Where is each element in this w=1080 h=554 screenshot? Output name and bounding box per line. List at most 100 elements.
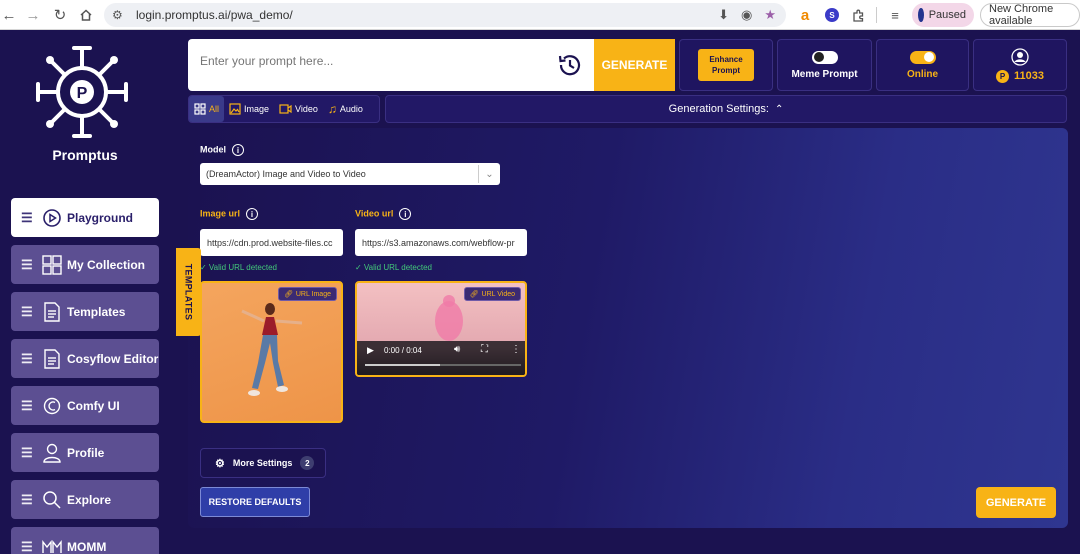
grid-icon <box>194 103 206 115</box>
more-settings-count: 2 <box>300 456 315 470</box>
sidebar-item-explore[interactable]: ☰ Explore <box>11 480 159 519</box>
tab-image[interactable]: Image <box>224 96 274 122</box>
model-label: Model <box>200 144 226 155</box>
sidebar-item-label: Cosyflow Editor <box>67 351 159 366</box>
eye-icon[interactable]: ◉ <box>741 7 752 23</box>
generation-settings-toggle[interactable]: Generation Settings: ⌃ <box>385 95 1067 123</box>
templates-side-tab[interactable]: TEMPLATES <box>176 248 201 336</box>
forward-icon[interactable]: → <box>20 2 46 28</box>
meme-prompt-toggle[interactable] <box>811 50 838 64</box>
volume-icon[interactable]: 🔊︎ <box>454 344 460 355</box>
online-toggle[interactable] <box>909 50 936 64</box>
comfy-icon <box>41 395 63 417</box>
sidebar-item-label: Profile <box>67 445 105 460</box>
sidebar-item-my-collection[interactable]: ☰ My Collection <box>11 245 159 284</box>
model-select[interactable]: (DreamActor) Image and Video to Video ⌄ <box>200 163 500 185</box>
enhance-prompt-tile: Enhance Prompt <box>679 39 773 91</box>
more-settings-button[interactable]: ⚙ More Settings 2 <box>200 448 326 478</box>
credits-tile[interactable]: P 11033 <box>973 39 1067 91</box>
more-options-icon[interactable]: ⋮ <box>511 344 521 355</box>
sidebar-item-templates[interactable]: ☰ Templates <box>11 292 159 331</box>
video-progress-track[interactable] <box>365 364 521 366</box>
site-settings-icon[interactable]: ⚙ <box>112 8 126 22</box>
sidebar: P Promptus ☰ Playground ☰ My Collection … <box>0 30 172 554</box>
home-icon[interactable] <box>73 2 99 28</box>
menu-icon: ☰ <box>21 256 33 272</box>
menu-icon: ☰ <box>21 350 33 366</box>
svg-text:P: P <box>77 85 88 102</box>
sidebar-item-cosyflow-editor[interactable]: ☰ Cosyflow Editor <box>11 339 159 378</box>
info-icon[interactable]: i <box>232 144 244 156</box>
video-play-icon[interactable]: ▶ <box>367 345 374 356</box>
image-url-label-row: Image url i <box>200 208 259 220</box>
info-icon[interactable]: i <box>246 208 259 220</box>
amazon-extension-icon[interactable]: a <box>797 5 813 25</box>
bookmark-star-icon[interactable]: ★ <box>764 7 776 23</box>
image-icon <box>229 103 241 115</box>
user-avatar-icon <box>1011 47 1029 66</box>
online-label: Online <box>906 68 939 80</box>
menu-icon: ☰ <box>21 444 33 460</box>
link-icon: 🔗︎ <box>283 291 293 298</box>
sidebar-item-label: My Collection <box>67 257 146 272</box>
image-url-valid-text: ✓ Valid URL detected <box>200 263 277 272</box>
search-icon <box>41 489 63 511</box>
history-icon[interactable] <box>556 51 584 79</box>
address-bar[interactable]: ⚙ login.promptus.ai/pwa_demo/ ⬇ ◉ ★ <box>104 3 786 27</box>
profile-paused-chip[interactable]: Paused <box>912 3 974 27</box>
generate-button[interactable]: GENERATE <box>976 487 1056 518</box>
sidebar-item-label: MOMM <box>67 539 107 554</box>
sidebar-item-profile[interactable]: ☰ Profile <box>11 433 159 472</box>
user-icon <box>41 442 63 464</box>
install-icon[interactable]: ⬇ <box>718 7 729 23</box>
generate-top-button[interactable]: GENERATE <box>594 39 675 91</box>
meme-prompt-tile: Meme Prompt <box>777 39 872 91</box>
new-chrome-available-button[interactable]: New Chrome available <box>980 3 1080 27</box>
more-settings-label: More Settings <box>232 458 293 468</box>
enhance-prompt-button[interactable]: Enhance Prompt <box>698 49 754 81</box>
tab-all[interactable]: All <box>189 96 225 122</box>
prompt-input[interactable] <box>200 54 540 68</box>
image-preview[interactable]: 🔗︎ URL Image <box>200 281 343 423</box>
info-icon[interactable]: i <box>399 208 412 220</box>
tab-label: Video <box>295 104 318 114</box>
back-icon[interactable]: ← <box>0 2 22 28</box>
video-url-valid-text: ✓ Valid URL detected <box>355 263 432 272</box>
tab-video[interactable]: Video <box>274 96 323 122</box>
chevron-up-icon: ⌃ <box>774 103 784 115</box>
extensions-puzzle-icon[interactable] <box>850 5 866 25</box>
profile-avatar <box>918 8 924 22</box>
tab-label: Audio <box>339 104 363 114</box>
tab-audio[interactable]: ♫ Audio <box>323 96 368 122</box>
video-icon <box>279 104 292 114</box>
video-preview[interactable]: 🔗︎ URL Video ▶ 0:00 / 0:04 🔊︎ ⛶ ⋮ <box>355 281 527 377</box>
sidebar-item-momm[interactable]: ☰ MOMM <box>11 527 159 554</box>
fullscreen-icon[interactable]: ⛶ <box>481 344 488 355</box>
video-url-input[interactable] <box>355 229 527 256</box>
extension-s-icon[interactable]: S <box>825 8 839 22</box>
generation-settings-label: Generation Settings: <box>668 103 769 115</box>
templates-tab-label: TEMPLATES <box>183 263 194 321</box>
image-url-input[interactable] <box>200 229 343 256</box>
reload-icon[interactable]: ↻ <box>47 2 73 28</box>
momm-icon <box>41 536 63 554</box>
dancer-image <box>241 303 303 396</box>
badge-label: URL Video <box>481 290 515 298</box>
document-icon <box>41 301 63 323</box>
sidebar-item-label: Comfy UI <box>67 398 120 413</box>
menu-icon: ☰ <box>21 209 33 225</box>
reading-list-icon[interactable]: ≡ <box>887 5 903 25</box>
music-note-icon: ♫ <box>327 102 337 116</box>
video-progress-fill <box>365 364 440 366</box>
sidebar-item-comfy-ui[interactable]: ☰ Comfy UI <box>11 386 159 425</box>
brand-name: Promptus <box>52 147 118 163</box>
gear-icon: ⚙ <box>215 457 225 470</box>
model-select-value: (DreamActor) Image and Video to Video <box>206 169 366 179</box>
media-filter-tabs: All Image Video ♫ Audio <box>188 95 380 123</box>
promptus-logo-icon: P <box>36 46 128 138</box>
play-icon <box>41 207 63 229</box>
restore-defaults-button[interactable]: RESTORE DEFAULTS <box>200 487 310 517</box>
tab-label: All <box>209 104 220 114</box>
sidebar-item-playground[interactable]: ☰ Playground <box>11 198 159 237</box>
link-icon: 🔗︎ <box>469 291 479 298</box>
